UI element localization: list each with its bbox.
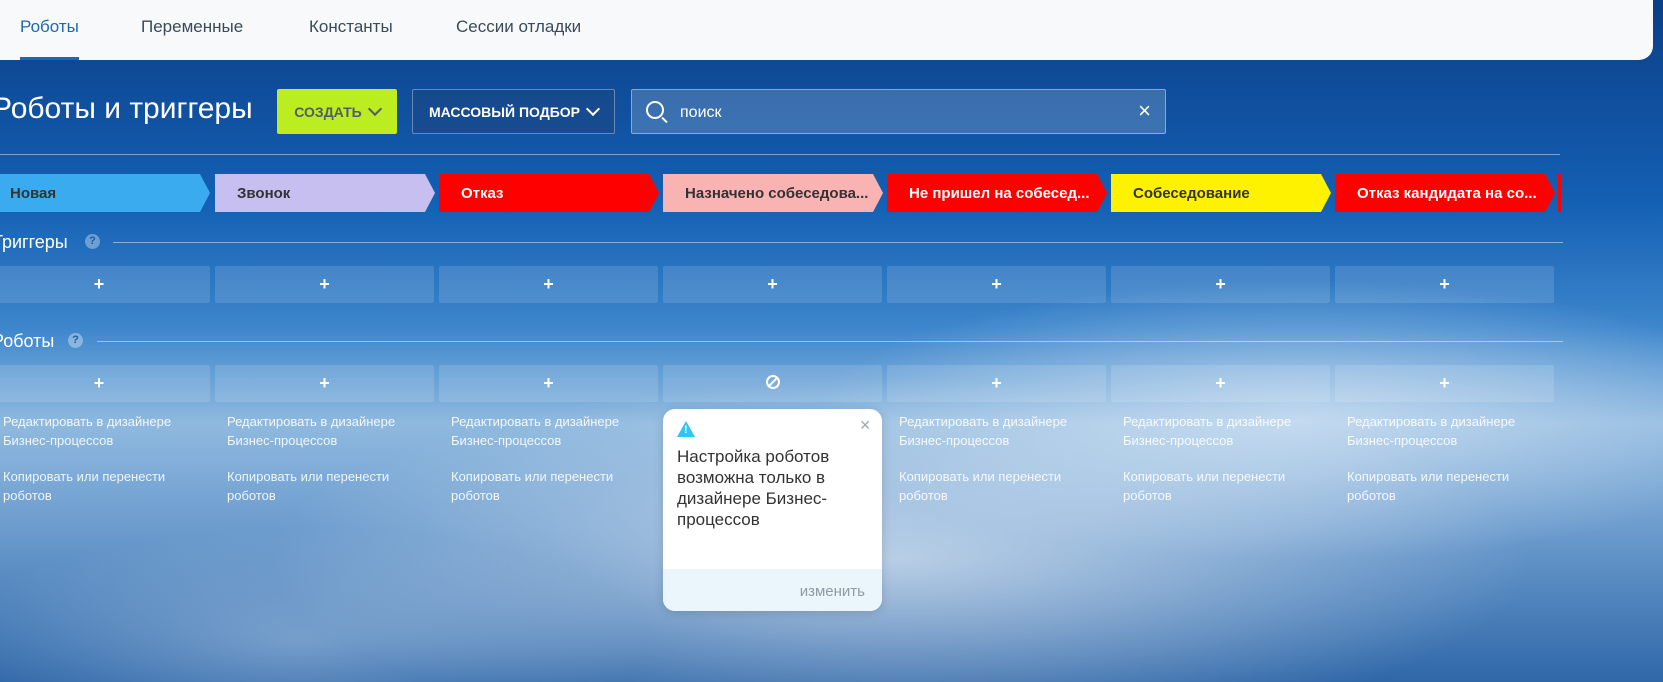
tab-robots[interactable]: Роботы — [20, 0, 79, 60]
add-robot-button[interactable]: + — [215, 365, 434, 402]
top-tab-bar: Роботы Переменные Константы Сессии отлад… — [0, 0, 1653, 60]
create-button-label: СОЗДАТЬ — [294, 103, 362, 120]
triggers-title: Триггеры — [0, 232, 68, 252]
stage-no-show[interactable]: Не пришел на собесед... — [887, 174, 1107, 212]
copy-robots-link[interactable]: Копировать или перенести роботов — [1123, 467, 1323, 505]
close-icon[interactable]: × — [1138, 100, 1151, 122]
divider — [113, 242, 1563, 243]
edit-in-designer-link[interactable]: Редактировать в дизайнере Бизнес-процесс… — [1347, 412, 1547, 450]
chevron-down-icon — [367, 101, 382, 117]
add-robot-disabled — [663, 365, 882, 402]
add-trigger-button[interactable]: + — [215, 266, 434, 303]
help-icon[interactable]: ? — [68, 333, 83, 348]
blocked-icon — [765, 375, 780, 390]
add-trigger-button[interactable]: + — [439, 266, 658, 303]
edit-in-designer-link[interactable]: Редактировать в дизайнере Бизнес-процесс… — [451, 412, 651, 450]
stage-next-edge — [1558, 174, 1561, 212]
copy-robots-link[interactable]: Копировать или перенести роботов — [3, 467, 203, 505]
close-icon[interactable]: ✕ — [859, 417, 871, 434]
add-trigger-button[interactable]: + — [1111, 266, 1330, 303]
divider — [97, 341, 1563, 342]
stage-call[interactable]: Звонок — [215, 174, 435, 212]
edit-in-designer-link[interactable]: Редактировать в дизайнере Бизнес-процесс… — [899, 412, 1099, 450]
copy-robots-link[interactable]: Копировать или перенести роботов — [227, 467, 427, 505]
add-trigger-button[interactable]: + — [887, 266, 1106, 303]
add-robot-button[interactable]: + — [439, 365, 658, 402]
stage-new[interactable]: Новая — [0, 174, 210, 212]
stage-interview-scheduled[interactable]: Назначено собеседова... — [663, 174, 883, 212]
search-input[interactable] — [678, 90, 1122, 135]
search-box: × — [631, 89, 1166, 135]
designer-only-popup: ! ✕ Настройка роботов возможна только в … — [663, 409, 882, 611]
stage-refusal[interactable]: Отказ — [439, 174, 659, 212]
popup-message: Настройка роботов возможна только в диза… — [677, 447, 830, 529]
tab-variables[interactable]: Переменные — [141, 0, 243, 60]
add-trigger-button[interactable]: + — [663, 266, 882, 303]
stage-candidate-refusal[interactable]: Отказ кандидата на со... — [1335, 174, 1555, 212]
divider — [0, 154, 1560, 155]
edit-in-designer-link[interactable]: Редактировать в дизайнере Бизнес-процесс… — [1123, 412, 1323, 450]
add-trigger-button[interactable]: + — [1335, 266, 1554, 303]
copy-robots-link[interactable]: Копировать или перенести роботов — [451, 467, 651, 505]
chevron-down-icon — [585, 101, 601, 117]
add-trigger-button[interactable]: + — [0, 266, 210, 303]
stage-interview[interactable]: Собеседование — [1111, 174, 1331, 212]
search-icon — [646, 101, 664, 119]
help-icon[interactable]: ? — [85, 234, 100, 249]
mass-selection-button[interactable]: МАССОВЫЙ ПОДБОР — [412, 89, 615, 134]
warning-icon: ! — [677, 421, 695, 437]
add-robot-button[interactable]: + — [0, 365, 210, 402]
mass-selection-label: МАССОВЫЙ ПОДБОР — [429, 103, 580, 120]
robots-title: Роботы — [0, 331, 55, 351]
add-robot-button[interactable]: + — [887, 365, 1106, 402]
copy-robots-link[interactable]: Копировать или перенести роботов — [899, 467, 1099, 505]
edit-in-designer-link[interactable]: Редактировать в дизайнере Бизнес-процесс… — [3, 412, 203, 450]
add-robot-button[interactable]: + — [1335, 365, 1554, 402]
copy-robots-link[interactable]: Копировать или перенести роботов — [1347, 467, 1547, 505]
tab-debug-sessions[interactable]: Сессии отладки — [456, 0, 581, 60]
page-title: Роботы и триггеры — [0, 92, 253, 125]
create-button[interactable]: СОЗДАТЬ — [277, 89, 397, 134]
add-robot-button[interactable]: + — [1111, 365, 1330, 402]
change-link[interactable]: изменить — [800, 583, 865, 600]
edit-in-designer-link[interactable]: Редактировать в дизайнере Бизнес-процесс… — [227, 412, 427, 450]
tab-constants[interactable]: Константы — [309, 0, 393, 60]
